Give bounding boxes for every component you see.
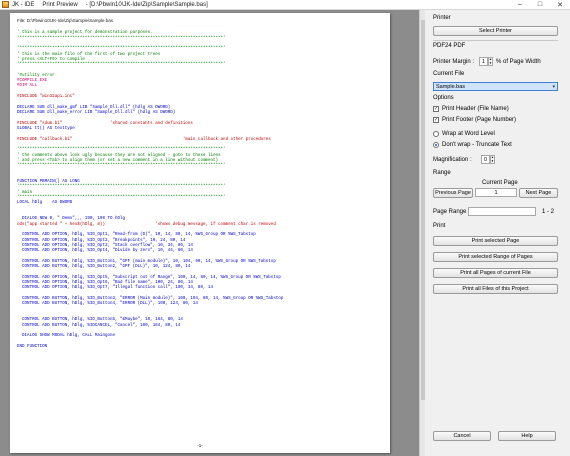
app-name: JK - IDE xyxy=(12,1,35,8)
print-options-panel: Printer Select Printer PDF24 PDF Printer… xyxy=(430,10,570,456)
view-name: Print Preview xyxy=(42,1,78,8)
cancel-button[interactable]: Cancel xyxy=(433,431,491,441)
printer-margin-label: Printer Margin : xyxy=(433,59,475,65)
spin-down-icon[interactable]: ▼ xyxy=(489,61,492,65)
print-all-pages-button[interactable]: Print all Pages of current File xyxy=(433,268,558,278)
print-all-files-button[interactable]: Print all Files of this Project xyxy=(433,284,558,294)
current-file-value: Sample.bas xyxy=(436,83,466,90)
magnification-input[interactable]: 0 xyxy=(481,155,490,164)
print-header-label: Print Header (File Name) xyxy=(442,106,509,112)
wrap-radio[interactable] xyxy=(433,131,439,137)
magnification-spinner[interactable]: ▲ ▼ xyxy=(490,155,495,164)
help-button[interactable]: Help xyxy=(498,431,556,441)
print-heading: Print xyxy=(433,223,446,229)
separator xyxy=(433,40,558,41)
minimize-button[interactable]: – xyxy=(510,0,530,10)
close-button[interactable]: ✕ xyxy=(550,0,570,10)
select-printer-button[interactable]: Select Printer xyxy=(433,26,558,36)
print-header-checkbox[interactable]: ✓ xyxy=(433,106,439,112)
page-header: File: D:\Pbwin10\JK-Ide\Zip\Sample\Sampl… xyxy=(17,18,114,23)
printer-margin-input[interactable]: 1 xyxy=(479,57,488,66)
window-path: - [D:\Pbwin10\JK-Ide\Zip\Sample\Sample.b… xyxy=(85,1,208,8)
range-heading: Range xyxy=(433,170,451,176)
maximize-button[interactable]: □ xyxy=(530,0,550,10)
current-file-select[interactable]: Sample.bas ▾ xyxy=(433,82,558,91)
page-range-text: 1 - 2 xyxy=(542,209,555,215)
print-selected-range-button[interactable]: Print selected Range of Pages xyxy=(433,252,558,262)
page-range-label: Page Range : xyxy=(433,209,470,215)
options-heading: Options xyxy=(433,95,454,101)
scrollbar-thumb[interactable] xyxy=(421,20,425,400)
wrap-label: Wrap at Word Level xyxy=(442,131,495,137)
print-footer-label: Print Footer (Page Number) xyxy=(442,117,517,123)
preview-page: File: D:\Pbwin10\JK-Ide\Zip\Sample\Sampl… xyxy=(10,13,390,453)
previous-page-button[interactable]: Previous Page xyxy=(433,188,473,198)
page-range-input[interactable] xyxy=(468,207,536,216)
spin-down-icon[interactable]: ▼ xyxy=(491,159,494,163)
page-footer: -1- xyxy=(197,443,203,448)
current-page-input[interactable]: 1 xyxy=(475,188,517,197)
title-bar: JK - IDE Print Preview - [D:\Pbwin10\JK-… xyxy=(0,0,570,10)
code-listing: '***************************************… xyxy=(17,26,385,446)
no-wrap-label: Don't wrap - Truncate Text xyxy=(442,142,512,148)
print-selected-page-button[interactable]: Print selected Page xyxy=(433,236,558,246)
current-page-label: Current Page xyxy=(482,180,518,186)
percent-label: % of Page Width xyxy=(496,59,541,65)
preview-scrollbar[interactable] xyxy=(419,10,425,456)
app-icon xyxy=(2,1,9,8)
chevron-down-icon[interactable]: ▾ xyxy=(552,84,555,90)
no-wrap-radio[interactable] xyxy=(433,142,439,148)
current-file-heading: Current File xyxy=(433,71,465,77)
code-line: END FUNCTION xyxy=(17,344,48,349)
printer-margin-spinner[interactable]: ▲ ▼ xyxy=(488,57,493,66)
printer-name: PDF24 PDF xyxy=(433,43,466,49)
print-preview-area: File: D:\Pbwin10\JK-Ide\Zip\Sample\Sampl… xyxy=(0,10,425,456)
print-footer-checkbox[interactable]: ✓ xyxy=(433,117,439,123)
magnification-label: Magnification : xyxy=(433,157,472,163)
next-page-button[interactable]: Next Page xyxy=(519,188,558,198)
printer-heading: Printer xyxy=(433,15,451,21)
